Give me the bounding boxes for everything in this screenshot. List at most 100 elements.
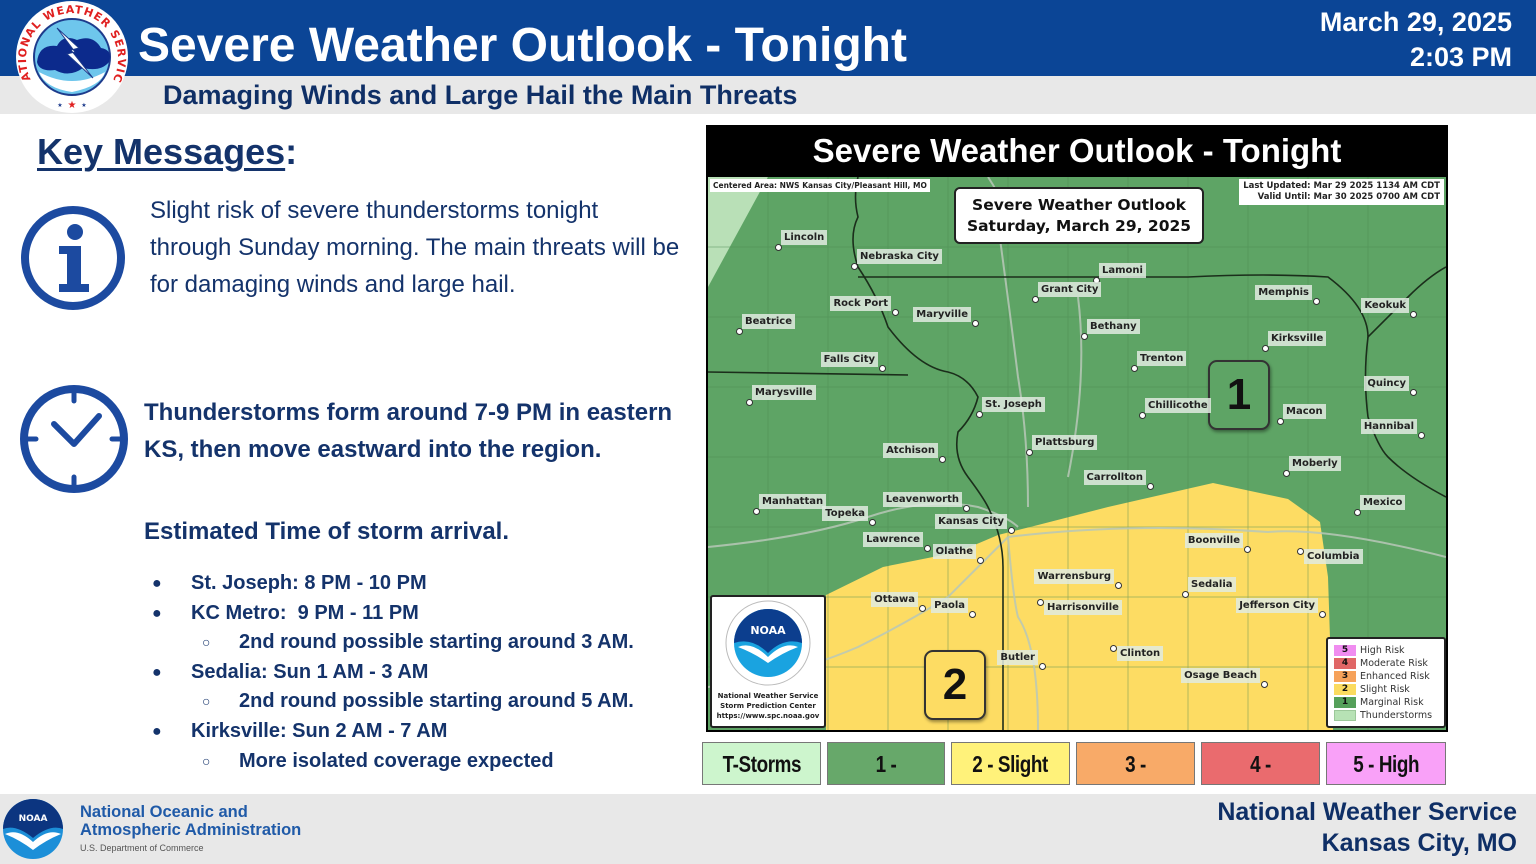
key-messages-label: Key Messages <box>37 131 286 172</box>
eta-item-text: St. Joseph: 8 PM - 10 PM <box>191 572 427 594</box>
eta-subitem: ○ 2nd round possible starting around 5 AM… <box>150 687 690 717</box>
bullet-icon: ● <box>152 722 162 740</box>
city-label: Grant City <box>1038 282 1102 297</box>
city-marker <box>891 308 899 316</box>
city-label: Carrollton <box>1083 470 1146 485</box>
city-label: St. Joseph <box>982 397 1045 412</box>
city-label: Sedalia <box>1188 577 1236 592</box>
credit-line-1: National Weather Service <box>717 692 819 700</box>
category-tstorms: T-Storms <box>702 742 821 785</box>
category-label: T-Storms <box>722 751 801 777</box>
city-marker <box>1109 644 1117 652</box>
city-label: Osage Beach <box>1181 668 1260 683</box>
city-label: Jefferson City <box>1236 598 1318 613</box>
city-label: Keokuk <box>1361 298 1409 313</box>
city-marker <box>878 364 886 372</box>
city-label: Atchison <box>883 443 938 458</box>
legend-label: Marginal Risk <box>1360 697 1424 708</box>
city-label: Chillicothe <box>1145 398 1211 413</box>
city-label: Columbia <box>1304 549 1363 564</box>
timing-message: Thunderstorms form around 7-9 PM in east… <box>144 399 673 463</box>
marginal-risk-label: 1 <box>1208 360 1270 430</box>
city-label: Mexico <box>1360 495 1406 510</box>
city-marker <box>1409 388 1417 396</box>
city-label: Boonville <box>1184 533 1243 548</box>
category-moderate: 4 - Moderate <box>1201 742 1320 820</box>
city-label: Moberly <box>1289 456 1341 471</box>
city-marker <box>971 319 979 327</box>
city-label: Memphis <box>1255 285 1312 300</box>
noaa-department: U.S. Department of Commerce <box>80 843 204 853</box>
city-label: Beatrice <box>742 314 796 329</box>
eta-subitem: ○ 2nd round possible starting around 3 AM… <box>150 628 690 658</box>
city-label: Warrensburg <box>1034 569 1114 584</box>
issue-date: March 29, 2025 <box>1319 7 1512 37</box>
city-label: Kirksville <box>1268 331 1327 346</box>
category-slight: 2 - Slight <box>951 742 1070 785</box>
eta-item: ● Kirksville: Sun 2 AM - 7 AM <box>150 717 690 747</box>
city-label: Butler <box>997 650 1038 665</box>
outlook-title-box: Severe Weather Outlook Saturday, March 2… <box>954 187 1204 244</box>
issue-time: 2:03 PM <box>1409 42 1512 72</box>
eta-item-text: KC Metro: 9 PM - 11 PM <box>191 601 419 624</box>
eta-item-text: Sedalia: Sun 1 AM - 3 AM <box>191 660 429 683</box>
noaa-credit-text: National Weather Service Storm Predictio… <box>712 691 824 721</box>
legend-label: High Risk <box>1360 645 1405 656</box>
office-name: National Weather Service Kansas City, MO <box>1217 797 1517 859</box>
legend-label: Thunderstorms <box>1360 710 1433 721</box>
info-icon <box>21 206 125 310</box>
city-marker <box>918 604 926 612</box>
city-marker <box>923 544 931 552</box>
city-label: Manhattan <box>759 494 827 509</box>
city-label: Harrisonville <box>1044 600 1122 615</box>
eta-item-text: Kirksville: Sun 2 AM - 7 AM <box>191 719 448 742</box>
noaa-name-line2: Atmospheric Administration <box>80 821 302 839</box>
office-line1: National Weather Service <box>1217 798 1517 826</box>
outlook-map[interactable]: Centered Area: NWS Kansas City/Pleasant … <box>708 177 1446 730</box>
city-label: Nebraska City <box>857 249 942 264</box>
clock-icon <box>20 385 128 493</box>
city-marker <box>1146 482 1154 490</box>
city-marker <box>938 455 946 463</box>
map-legend: 5 High Risk 4 Moderate Risk 3 Enhanced Risk… <box>1326 637 1446 728</box>
bullet-icon: ● <box>152 575 162 592</box>
page-subtitle: Damaging Winds and Large Hail the Main T… <box>163 80 798 110</box>
city-marker <box>1409 310 1417 318</box>
legend-swatch: 1 <box>1334 697 1356 708</box>
slight-risk-label: 2 <box>924 650 986 720</box>
legend-item-high: 5 High Risk <box>1332 644 1440 657</box>
city-label: Olathe <box>932 544 976 559</box>
eta-list: ● St. Joseph: 8 PM - 10 PM ● KC Metro: 9 P… <box>150 569 690 776</box>
city-label: Bethany <box>1087 319 1140 334</box>
info-message: Slight risk of severe thunderstorms toni… <box>150 197 680 298</box>
legend-item-marginal: 1 Marginal Risk <box>1332 696 1440 709</box>
noaa-name-line1: National Oceanic and <box>80 803 248 821</box>
outlook-map-panel: Severe Weather Outlook - Tonight Centere… <box>706 125 1448 732</box>
legend-swatch: 3 <box>1334 671 1356 682</box>
city-label: Kansas City <box>935 514 1007 529</box>
legend-item-enhanced: 3 Enhanced Risk <box>1332 670 1440 683</box>
circle-bullet-icon: ○ <box>202 693 211 710</box>
svg-text:NOAA: NOAA <box>750 624 786 637</box>
city-label: Clinton <box>1117 646 1164 661</box>
noaa-footer-logo: NOAA <box>3 799 63 859</box>
city-label: Trenton <box>1137 351 1187 366</box>
city-marker <box>962 504 970 512</box>
key-messages-title: Key Messages: <box>37 131 297 173</box>
legend-item-slight: 2 Slight Risk <box>1332 683 1440 696</box>
circle-bullet-icon: ○ <box>202 634 211 651</box>
city-label: Hannibal <box>1360 419 1417 434</box>
svg-text:★: ★ <box>81 102 86 109</box>
category-marginal: 1 - Marginal <box>827 742 945 820</box>
city-marker <box>1007 526 1015 534</box>
city-marker <box>1243 545 1251 553</box>
outlook-title: Severe Weather Outlook <box>972 196 1186 214</box>
city-label: Leavenworth <box>882 492 962 507</box>
legend-item-thunderstorms: Thunderstorms <box>1332 709 1440 722</box>
city-label: Marysville <box>752 385 816 400</box>
issue-datetime: March 29, 2025 2:03 PM <box>1320 5 1512 75</box>
legend-label: Slight Risk <box>1360 684 1410 695</box>
eta-subitem-text: More isolated coverage expected <box>239 749 554 772</box>
bullet-icon: ● <box>152 604 162 622</box>
legend-swatch <box>1334 710 1356 721</box>
